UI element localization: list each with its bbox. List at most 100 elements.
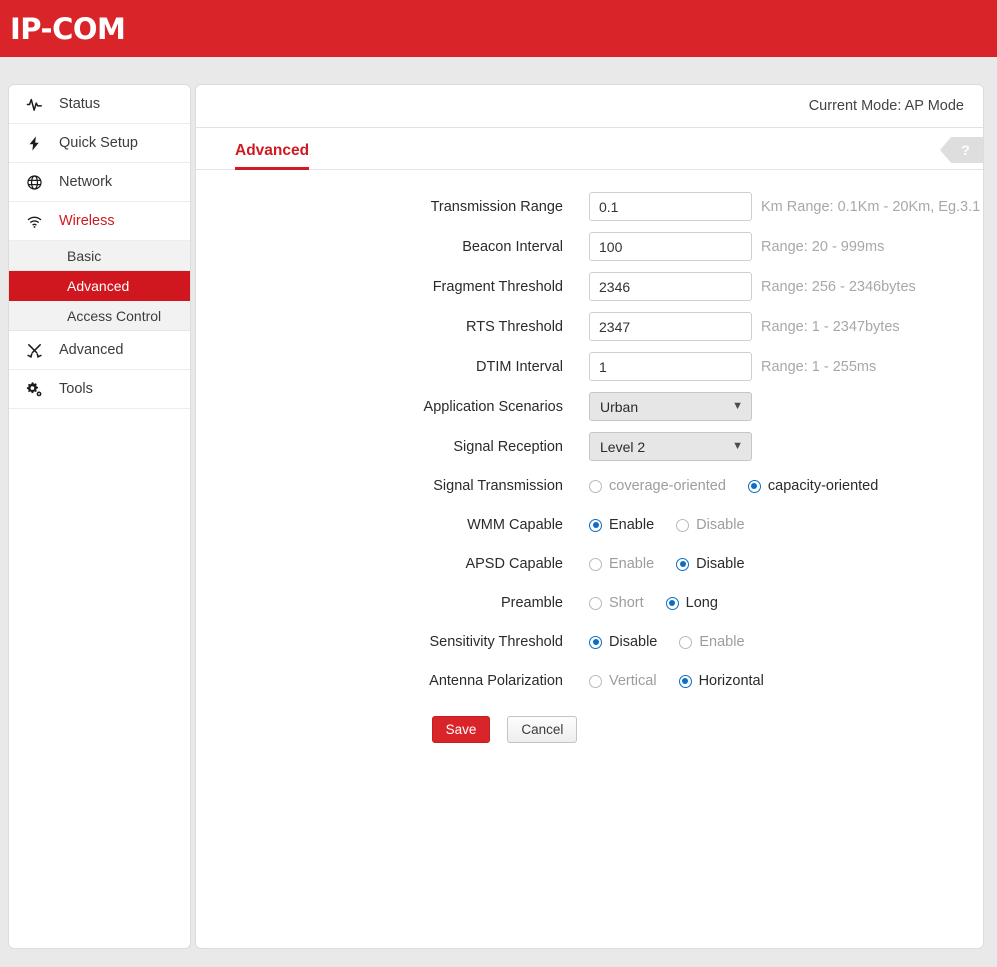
field-hint: Range: 1 - 2347bytes — [761, 318, 900, 335]
radio-coverage-oriented[interactable]: coverage-oriented — [589, 478, 726, 494]
sidebar-item-network[interactable]: Network — [9, 163, 190, 202]
field-label: WMM Capable — [467, 517, 563, 533]
lightning-bolt-icon — [26, 135, 52, 152]
field-hint: Range: 256 - 2346bytes — [761, 278, 916, 295]
beacon-interval-input[interactable] — [589, 232, 752, 261]
mode-bar: Current Mode: AP Mode — [196, 85, 983, 128]
field-hint: Range: 1 - 255ms — [761, 358, 877, 375]
radio-button-icon[interactable] — [665, 596, 679, 610]
sidebar-subitem-advanced[interactable]: Advanced — [9, 271, 190, 301]
radio-button-icon[interactable] — [679, 635, 693, 649]
field-label: DTIM Interval — [475, 358, 563, 375]
globe-icon — [26, 174, 52, 191]
field-label: Fragment Threshold — [432, 278, 563, 295]
radio-enable[interactable]: Enable — [679, 634, 745, 650]
radio-label: Long — [685, 595, 718, 611]
current-mode-label: Current Mode: AP Mode — [808, 98, 964, 114]
radio-capacity-oriented[interactable]: capacity-oriented — [747, 478, 878, 494]
sidebar-item-label: Wireless — [59, 213, 115, 229]
radio-label: Disable — [696, 556, 745, 572]
wifi-icon — [26, 213, 52, 230]
field-label: Antenna Polarization — [429, 673, 563, 689]
save-button[interactable]: Save — [431, 716, 491, 743]
form-row: Application Scenarios Urban ▼ — [196, 392, 983, 421]
sidebar-item-quick-setup[interactable]: Quick Setup — [9, 124, 190, 163]
radio-horizontal[interactable]: Horizontal — [678, 673, 764, 689]
sidebar-item-label: Status — [59, 96, 101, 112]
form-row: Preamble Short Long — [196, 589, 983, 617]
signal-reception-select[interactable]: Level 2 ▼ — [589, 432, 752, 461]
help-question-icon: ? — [961, 142, 970, 158]
radio-button-icon[interactable] — [589, 557, 602, 571]
form-row: RTS Threshold Range: 1 - 2347bytes — [196, 312, 983, 341]
radio-button-icon[interactable] — [589, 518, 602, 532]
radio-button-icon[interactable] — [676, 518, 690, 532]
chevron-down-icon: ▼ — [732, 400, 743, 412]
field-hint: Range: 20 - 999ms — [761, 238, 885, 255]
radio-label: Vertical — [609, 673, 657, 689]
field-label: Transmission Range — [430, 198, 563, 215]
gears-icon — [26, 381, 52, 398]
field-label: Sensitivity Threshold — [429, 634, 563, 650]
radio-disable[interactable]: Disable — [676, 517, 745, 533]
radio-label: Short — [609, 595, 644, 611]
radio-button-icon[interactable] — [678, 674, 692, 688]
sidebar-item-status[interactable]: Status — [9, 85, 190, 124]
field-label: APSD Capable — [465, 556, 563, 572]
sidebar-nav: Status Quick Setup Network Wireless Basic Adv… — [8, 84, 191, 949]
form-row: Signal Reception Level 2 ▼ — [196, 432, 983, 461]
app-header: IP-COM — [0, 0, 997, 57]
form-row: DTIM Interval Range: 1 - 255ms — [196, 352, 983, 381]
radio-disable[interactable]: Disable — [676, 556, 745, 572]
radio-button-icon[interactable] — [589, 635, 602, 649]
field-label: RTS Threshold — [466, 318, 563, 335]
form-row: Transmission Range Km Range: 0.1Km - 20Km… — [196, 192, 983, 221]
rts-threshold-input[interactable] — [589, 312, 752, 341]
sidebar-item-label: Advanced — [59, 342, 124, 358]
radio-short[interactable]: Short — [589, 595, 644, 611]
fragment-threshold-input[interactable] — [589, 272, 752, 301]
form-row: Beacon Interval Range: 20 - 999ms — [196, 232, 983, 261]
radio-vertical[interactable]: Vertical — [589, 673, 657, 689]
radio-button-icon[interactable] — [589, 596, 602, 610]
selected-value: Urban — [600, 398, 639, 415]
field-hint: Km Range: 0.1Km - 20Km, Eg.3.1 — [761, 198, 981, 215]
radio-button-icon[interactable] — [747, 479, 761, 493]
brand-logo: IP-COM — [10, 11, 126, 46]
radio-label: Enable — [609, 517, 655, 533]
form-row: Sensitivity Threshold Disable Enable — [196, 628, 983, 656]
radio-button-icon[interactable] — [589, 674, 602, 688]
form-row: WMM Capable Enable Disable — [196, 511, 983, 539]
sidebar-item-label: Quick Setup — [59, 135, 138, 151]
dtim-interval-input[interactable] — [589, 352, 752, 381]
field-label: Signal Reception — [453, 438, 563, 455]
radio-long[interactable]: Long — [665, 595, 718, 611]
radio-disable[interactable]: Disable — [589, 634, 657, 650]
sidebar-subitem-basic[interactable]: Basic — [9, 241, 190, 271]
application-scenarios-select[interactable]: Urban ▼ — [589, 392, 752, 421]
sidebar-item-wireless[interactable]: Wireless — [9, 202, 190, 241]
sidebar-subitem-access-control[interactable]: Access Control — [9, 301, 190, 331]
form-row: Antenna Polarization Vertical Horizontal — [196, 667, 983, 695]
radio-button-icon[interactable] — [589, 479, 602, 493]
radio-label: Disable — [609, 634, 658, 650]
sidebar-item-tools[interactable]: Tools — [9, 370, 190, 409]
chevron-down-icon: ▼ — [732, 440, 743, 452]
radio-enable[interactable]: Enable — [589, 556, 654, 572]
radio-label: Enable — [609, 556, 655, 572]
radio-label: Disable — [696, 517, 745, 533]
sidebar-item-advanced[interactable]: Advanced — [9, 331, 190, 370]
tools-cross-icon — [26, 342, 52, 359]
transmission-range-input[interactable] — [589, 192, 752, 221]
field-label: Preamble — [500, 595, 563, 611]
field-label: Beacon Interval — [462, 238, 563, 255]
selected-value: Level 2 — [600, 438, 646, 455]
cancel-button[interactable]: Cancel — [507, 716, 578, 743]
radio-label: coverage-oriented — [609, 478, 726, 494]
radio-button-icon[interactable] — [676, 557, 690, 571]
form-row: Signal Transmission coverage-oriented capa… — [196, 472, 983, 500]
sidebar-item-label: Network — [59, 174, 113, 190]
tab-advanced[interactable]: Advanced — [235, 142, 310, 170]
form-actions: Save Cancel — [196, 716, 983, 743]
radio-enable[interactable]: Enable — [589, 517, 654, 533]
